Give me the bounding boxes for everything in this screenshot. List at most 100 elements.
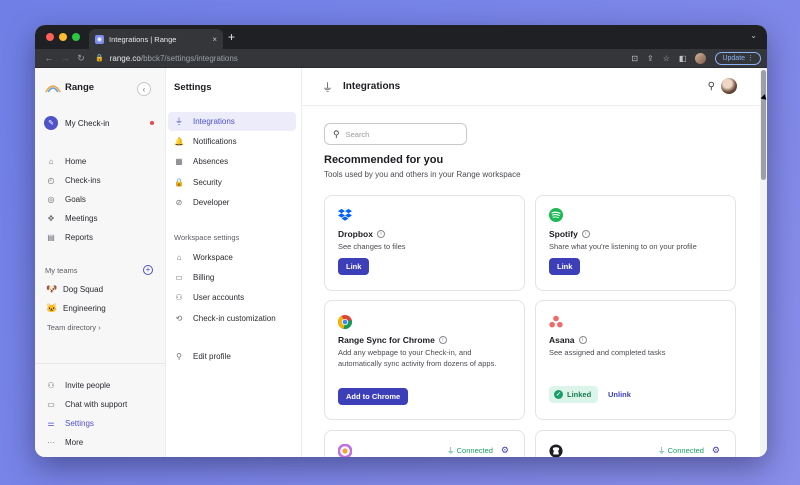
collapse-sidebar-button[interactable]: ‹: [137, 82, 151, 96]
profile-avatar[interactable]: [695, 52, 707, 64]
sidebar-item-settings[interactable]: ⚌ Settings: [46, 416, 94, 430]
my-teams-label: My teams: [45, 265, 78, 275]
sidebar-item-reports[interactable]: ▤ Reports: [46, 230, 93, 244]
reload-icon[interactable]: ↻: [73, 53, 89, 64]
settings-icon: ⚌: [47, 418, 55, 428]
chrome-icon: [338, 315, 352, 329]
install-app-icon[interactable]: ⊡: [631, 54, 638, 63]
browser-tab[interactable]: ◉ Integrations | Range ×: [89, 29, 223, 49]
team-item-dog-squad[interactable]: 🐶 Dog Squad: [46, 284, 103, 295]
sidebar-item-label: Meetings: [65, 213, 98, 223]
link-dropbox-button[interactable]: Link: [338, 258, 370, 275]
settings-item-edit-profile[interactable]: ⚲ Edit profile: [168, 347, 296, 366]
connected-status: ⏚ Connected ⚙: [447, 445, 509, 456]
scrollbar-thumb[interactable]: [761, 70, 766, 180]
settings-item-label: Workspace: [193, 253, 233, 262]
sidebar-item-label: Check-ins: [65, 175, 101, 185]
sidebar-item-checkins[interactable]: ◴ Check-ins: [46, 173, 101, 187]
settings-item-label: Edit profile: [193, 352, 231, 361]
tab-title: Integrations | Range: [109, 34, 177, 44]
github-icon: [549, 444, 563, 457]
sidebar-toggle-icon[interactable]: ◧: [679, 54, 687, 63]
maximize-window-button[interactable]: [72, 33, 80, 41]
sidebar-item-more[interactable]: ··· More: [46, 435, 83, 449]
profile-icon: ⚲: [176, 352, 182, 361]
scrollbar[interactable]: [760, 68, 767, 457]
sidebar-item-chat-support[interactable]: ▭ Chat with support: [46, 397, 127, 411]
range-logo-icon: [45, 84, 61, 92]
settings-item-security[interactable]: 🔒 Security: [168, 173, 296, 192]
add-team-button[interactable]: +: [143, 265, 153, 275]
plug-icon: ⏚: [658, 446, 668, 455]
more-icon: ···: [47, 437, 55, 447]
connected-label: Connected: [667, 446, 704, 455]
sidebar-item-invite-people[interactable]: ⚇ Invite people: [46, 378, 110, 392]
dog-icon: 🐶: [46, 284, 58, 294]
avatar[interactable]: [721, 78, 737, 94]
settings-item-workspace[interactable]: ⌂ Workspace: [168, 248, 296, 267]
unlink-asana-button[interactable]: Unlink: [608, 390, 631, 399]
settings-item-billing[interactable]: ▭ Billing: [168, 268, 296, 287]
integration-card-asana: Asana i See assigned and completed tasks …: [535, 300, 736, 420]
info-icon[interactable]: i: [376, 230, 385, 238]
plug-icon: ⏚: [447, 446, 457, 455]
share-icon[interactable]: ⇪: [647, 54, 654, 63]
info-icon[interactable]: i: [438, 336, 447, 344]
sidebar-item-label: More: [65, 437, 84, 447]
bookmark-star-icon[interactable]: ☆: [663, 54, 670, 63]
team-item-engineering[interactable]: 🐱 Engineering: [46, 303, 106, 314]
sidebar-item-label: Goals: [65, 194, 86, 204]
add-to-chrome-button[interactable]: Add to Chrome: [338, 388, 409, 405]
gear-icon[interactable]: ⚙: [501, 445, 509, 456]
tab-search-chevron-icon[interactable]: ⌄: [750, 31, 757, 40]
checkin-icon: ◴: [47, 175, 55, 185]
integration-desc: Share what you're listening to on your p…: [549, 242, 697, 251]
sidebar-item-label: Settings: [65, 418, 94, 428]
integration-desc: See changes to files: [338, 242, 406, 251]
info-icon[interactable]: i: [578, 336, 587, 344]
sidebar-item-label: Home: [65, 156, 87, 166]
search-icon: ⚲: [333, 128, 340, 139]
billing-icon: ▭: [175, 273, 183, 282]
connected-label: Connected: [456, 446, 493, 455]
search-input[interactable]: ⚲ Search: [324, 123, 467, 145]
back-arrow-icon[interactable]: ←: [41, 53, 57, 63]
recommended-title: Recommended for you: [324, 154, 444, 166]
settings-nav: Settings ⏚ Integrations 🔔 Notifications …: [166, 68, 302, 457]
settings-item-user-accounts[interactable]: ⚇ User accounts: [168, 288, 296, 307]
forward-arrow-icon[interactable]: →: [57, 53, 73, 63]
range-favicon-icon: ◉: [95, 34, 104, 44]
tab-close-icon[interactable]: ×: [212, 35, 217, 44]
link-spotify-button[interactable]: Link: [549, 258, 581, 275]
brand[interactable]: Range: [45, 82, 94, 93]
meetings-icon: ✥: [47, 213, 55, 223]
settings-item-label: Billing: [193, 273, 215, 282]
invite-people-icon: ⚇: [47, 380, 55, 390]
close-window-button[interactable]: [46, 33, 54, 41]
settings-item-checkin-customization[interactable]: ⟲ Check-in customization: [168, 309, 296, 328]
team-directory-link[interactable]: Team directory ›: [47, 323, 101, 332]
search-icon[interactable]: ⚲: [708, 81, 715, 92]
my-checkin-item[interactable]: ✎ My Check-in: [44, 116, 154, 130]
info-icon[interactable]: i: [581, 230, 590, 238]
integration-name: Spotify i: [549, 229, 590, 239]
new-tab-button[interactable]: +: [228, 30, 235, 44]
integrations-main: ⏚ Integrations ⚲ ⚲ Search Recommended fo…: [302, 68, 767, 457]
sidebar-item-home[interactable]: ⌂ Home: [46, 154, 87, 168]
settings-item-integrations[interactable]: ⏚ Integrations: [168, 112, 296, 131]
sidebar-item-meetings[interactable]: ✥ Meetings: [46, 211, 98, 225]
settings-item-absences[interactable]: ▦ Absences: [168, 152, 296, 171]
gear-icon[interactable]: ⚙: [712, 445, 720, 456]
connected-status: ⏚ Connected ⚙: [658, 445, 720, 456]
sidebar: Range ‹ ✎ My Check-in ⌂ Home ◴ Check-ins…: [35, 68, 166, 457]
settings-item-developer[interactable]: ⊘ Developer: [168, 193, 296, 212]
integration-card-dropbox: Dropbox i See changes to files Link: [324, 195, 525, 291]
settings-item-notifications[interactable]: 🔔 Notifications: [168, 132, 296, 151]
reports-icon: ▤: [47, 232, 55, 242]
update-button[interactable]: Update ⋮: [715, 51, 761, 65]
url-field[interactable]: 🔒 range.co/bbck7/settings/integrations: [95, 54, 631, 63]
developer-icon: ⊘: [175, 198, 183, 207]
lock-icon: 🔒: [95, 55, 104, 62]
sidebar-item-goals[interactable]: ◎ Goals: [46, 192, 86, 206]
minimize-window-button[interactable]: [59, 33, 67, 41]
